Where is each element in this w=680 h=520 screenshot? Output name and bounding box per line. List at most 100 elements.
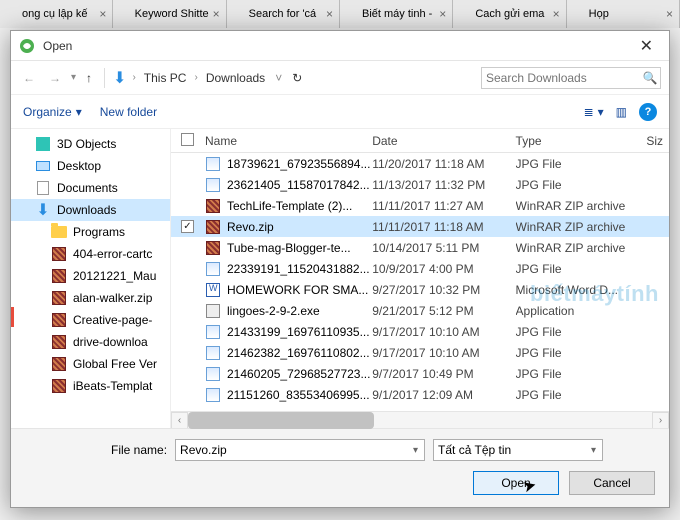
- address-bar: ← → ▾ ↑ ⬇ › This PC › Downloads ˅ ↻ 🔍: [11, 61, 669, 95]
- browser-tab[interactable]: Search for 'cá×: [227, 0, 340, 28]
- file-date: 11/11/2017 11:27 AM: [372, 199, 515, 213]
- file-date: 11/13/2017 11:32 PM: [372, 178, 515, 192]
- tab-close-icon[interactable]: ×: [326, 7, 333, 21]
- path-dropdown[interactable]: ˅: [275, 71, 282, 85]
- back-button[interactable]: ←: [19, 69, 39, 87]
- tab-close-icon[interactable]: ×: [439, 7, 446, 21]
- file-type: JPG File: [516, 367, 635, 381]
- file-date: 10/9/2017 4:00 PM: [372, 262, 515, 276]
- col-type[interactable]: Type: [516, 134, 635, 148]
- sidebar-item-label: Downloads: [57, 203, 116, 217]
- search-input[interactable]: [482, 71, 641, 85]
- table-row[interactable]: ✓Revo.zip11/11/2017 11:18 AMWinRAR ZIP a…: [171, 216, 669, 237]
- select-all-checkbox[interactable]: [181, 133, 194, 146]
- sidebar-item-label: 404-error-cartc: [73, 247, 152, 261]
- sidebar-item[interactable]: Creative-page-: [11, 309, 170, 331]
- browser-tab[interactable]: Cach gửi ema×: [453, 0, 566, 28]
- preview-pane-toggle[interactable]: ▥: [616, 105, 627, 119]
- filetype-combo[interactable]: Tất cả Tệp tin ▾: [433, 439, 603, 461]
- refresh-button[interactable]: ↻: [292, 71, 302, 85]
- file-name: HOMEWORK FOR SMA...: [227, 283, 368, 297]
- app-icon: [19, 38, 35, 54]
- search-icon[interactable]: 🔍: [641, 71, 660, 85]
- filename-combo[interactable]: ▾: [175, 439, 425, 461]
- jpg-file-icon: [205, 366, 221, 382]
- jpg-file-icon: [205, 324, 221, 340]
- recent-dropdown[interactable]: ▾: [71, 72, 76, 83]
- table-row[interactable]: 21462382_16976110802...9/17/2017 10:10 A…: [171, 342, 669, 363]
- col-date[interactable]: Date: [372, 134, 515, 148]
- file-type: WinRAR ZIP archive: [516, 199, 635, 213]
- table-row[interactable]: TechLife-Template (2)...11/11/2017 11:27…: [171, 195, 669, 216]
- titlebar: Open ✕: [11, 31, 669, 61]
- new-folder-button[interactable]: New folder: [100, 105, 157, 119]
- row-checkbox[interactable]: ✓: [181, 220, 194, 233]
- table-row[interactable]: 22339191_11520431882...10/9/2017 4:00 PM…: [171, 258, 669, 279]
- view-options[interactable]: ≣ ▾: [584, 105, 604, 119]
- help-button[interactable]: ?: [639, 103, 657, 121]
- table-row[interactable]: 23621405_11587017842...11/13/2017 11:32 …: [171, 174, 669, 195]
- col-size[interactable]: Siz: [635, 134, 669, 148]
- close-button[interactable]: ✕: [632, 32, 661, 60]
- table-row[interactable]: 21433199_16976110935...9/17/2017 10:10 A…: [171, 321, 669, 342]
- file-type: JPG File: [516, 346, 635, 360]
- zip-icon: [51, 246, 67, 262]
- zip-icon: [51, 356, 67, 372]
- sidebar-item[interactable]: alan-walker.zip: [11, 287, 170, 309]
- down-icon: ⬇: [35, 202, 51, 218]
- open-button[interactable]: Open: [473, 471, 559, 495]
- cancel-button[interactable]: Cancel: [569, 471, 655, 495]
- tab-close-icon[interactable]: ×: [99, 7, 106, 21]
- table-row[interactable]: Tube-mag-Blogger-te...10/14/2017 5:11 PM…: [171, 237, 669, 258]
- browser-tab-strip: ong cụ lập kế×Keyword Shitte×Search for …: [0, 0, 680, 28]
- zip-icon: [51, 378, 67, 394]
- sidebar-item[interactable]: Desktop: [11, 155, 170, 177]
- scroll-left-button[interactable]: ‹: [171, 412, 188, 429]
- sidebar-item[interactable]: 3D Objects: [11, 133, 170, 155]
- table-row[interactable]: lingoes-2-9-2.exe9/21/2017 5:12 PMApplic…: [171, 300, 669, 321]
- sidebar-item[interactable]: 404-error-cartc: [11, 243, 170, 265]
- browser-tab[interactable]: Biết máy tinh -×: [340, 0, 453, 28]
- forward-button[interactable]: →: [45, 69, 65, 87]
- sidebar-item-label: alan-walker.zip: [73, 291, 152, 305]
- browser-tab[interactable]: Keyword Shitte×: [113, 0, 226, 28]
- scroll-right-button[interactable]: ›: [652, 412, 669, 429]
- tab-close-icon[interactable]: ×: [213, 7, 220, 21]
- col-name[interactable]: Name: [205, 134, 372, 148]
- file-date: 11/11/2017 11:18 AM: [372, 220, 515, 234]
- table-row[interactable]: HOMEWORK FOR SMA...9/27/2017 10:32 PMMic…: [171, 279, 669, 300]
- file-name: lingoes-2-9-2.exe: [227, 304, 320, 318]
- horizontal-scrollbar[interactable]: ‹ ›: [171, 411, 669, 428]
- filetype-dropdown-icon[interactable]: ▾: [589, 445, 598, 456]
- filename-dropdown-icon[interactable]: ▾: [411, 445, 420, 456]
- scroll-thumb[interactable]: [188, 412, 374, 429]
- file-type: JPG File: [516, 157, 635, 171]
- column-headers[interactable]: Name Date Type Siz: [171, 129, 669, 153]
- tab-close-icon[interactable]: ×: [553, 7, 560, 21]
- file-type: Application: [516, 304, 635, 318]
- up-button[interactable]: ↑: [82, 69, 96, 87]
- sidebar-item[interactable]: Documents: [11, 177, 170, 199]
- navigation-pane[interactable]: 3D ObjectsDesktop Documents ⬇ Downloads Prog…: [11, 129, 171, 428]
- path-downloads[interactable]: Downloads: [204, 69, 267, 87]
- sidebar-item-label: Documents: [57, 181, 118, 195]
- tab-favicon: [573, 8, 585, 20]
- sidebar-item[interactable]: Programs: [11, 221, 170, 243]
- organize-menu[interactable]: Organize ▾: [23, 105, 82, 119]
- filename-input[interactable]: [180, 443, 411, 457]
- search-box[interactable]: 🔍: [481, 67, 661, 89]
- dialog-title: Open: [43, 39, 72, 53]
- sidebar-item[interactable]: drive-downloa: [11, 331, 170, 353]
- table-row[interactable]: 18739621_67923556894...11/20/2017 11:18 …: [171, 153, 669, 174]
- browser-tab[interactable]: ong cụ lập kế×: [0, 0, 113, 28]
- file-date: 9/17/2017 10:10 AM: [372, 346, 515, 360]
- sidebar-item[interactable]: iBeats-Templat: [11, 375, 170, 397]
- tab-close-icon[interactable]: ×: [666, 7, 673, 21]
- path-this-pc[interactable]: This PC: [142, 69, 189, 87]
- table-row[interactable]: 21151260_83553406995...9/1/2017 12:09 AM…: [171, 384, 669, 405]
- sidebar-item[interactable]: ⬇ Downloads: [11, 199, 170, 221]
- sidebar-item[interactable]: Global Free Ver: [11, 353, 170, 375]
- browser-tab[interactable]: Họp×: [567, 0, 680, 28]
- table-row[interactable]: 21460205_72968527723...9/7/2017 10:49 PM…: [171, 363, 669, 384]
- sidebar-item[interactable]: 20121221_Mau: [11, 265, 170, 287]
